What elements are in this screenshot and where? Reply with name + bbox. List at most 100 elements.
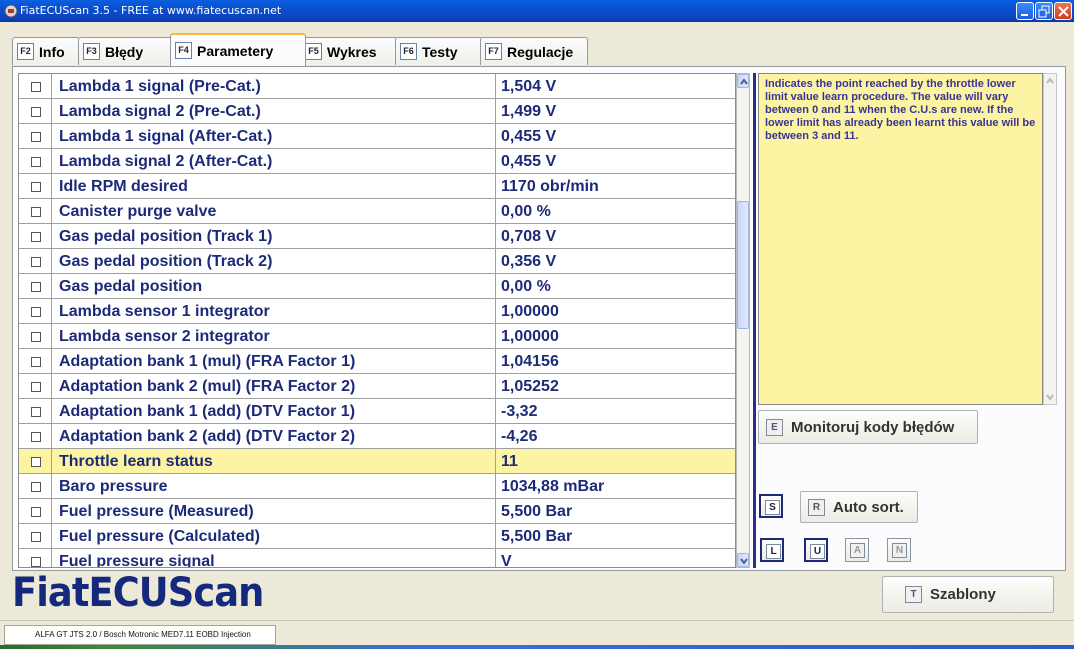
- app-window: FiatECUScan 3.5 - FREE at www.fiatecusca…: [0, 0, 1074, 649]
- table-row[interactable]: Canister purge valve 0,00 %: [19, 199, 735, 224]
- checkbox-cell: [19, 224, 52, 249]
- tab-label: Testy: [422, 43, 458, 60]
- column-divider: [495, 74, 496, 99]
- table-row[interactable]: Fuel pressure (Calculated) 5,500 Bar: [19, 524, 735, 549]
- key-badge: L: [766, 544, 781, 559]
- table-row[interactable]: Adaptation bank 2 (mul) (FRA Factor 2) 1,…: [19, 374, 735, 399]
- table-row[interactable]: Baro pressure 1034,88 mBar: [19, 474, 735, 499]
- table-row[interactable]: Lambda signal 2 (Pre-Cat.) 1,499 V: [19, 99, 735, 124]
- row-checkbox[interactable]: [31, 532, 41, 542]
- parameter-value: 0,00 %: [501, 278, 551, 295]
- row-checkbox[interactable]: [31, 332, 41, 342]
- tab-parametery[interactable]: F4 Parametery: [170, 33, 306, 66]
- minimize-button[interactable]: [1016, 2, 1034, 20]
- table-row[interactable]: Gas pedal position (Track 1) 0,708 V: [19, 224, 735, 249]
- tab-info[interactable]: F2 Info: [12, 37, 80, 65]
- table-row[interactable]: Adaptation bank 1 (add) (DTV Factor 1) -3…: [19, 399, 735, 424]
- row-checkbox[interactable]: [31, 457, 41, 467]
- table-row[interactable]: Lambda sensor 2 integrator 1,00000: [19, 324, 735, 349]
- checkbox-cell: [19, 74, 52, 99]
- n-button[interactable]: N: [887, 538, 911, 562]
- fkey-badge: F5: [305, 43, 322, 60]
- row-checkbox[interactable]: [31, 407, 41, 417]
- row-checkbox[interactable]: [31, 357, 41, 367]
- scroll-up-button[interactable]: [737, 74, 749, 88]
- table-row[interactable]: Lambda 1 signal (Pre-Cat.) 1,504 V: [19, 74, 735, 99]
- parameter-value: 1034,88 mBar: [501, 478, 605, 495]
- row-checkbox[interactable]: [31, 282, 41, 292]
- tab-label: Parametery: [197, 42, 274, 59]
- key-badge: N: [892, 543, 907, 558]
- table-row[interactable]: Fuel pressure (Measured) 5,500 Bar: [19, 499, 735, 524]
- maximize-button[interactable]: [1035, 2, 1053, 20]
- tab-label: Wykres: [327, 43, 377, 60]
- templates-button[interactable]: T Szablony: [882, 576, 1054, 613]
- table-scrollbar[interactable]: [736, 73, 750, 568]
- row-checkbox[interactable]: [31, 132, 41, 142]
- row-checkbox[interactable]: [31, 257, 41, 267]
- button-label: Szablony: [930, 586, 996, 603]
- checkbox-cell: [19, 99, 52, 124]
- row-checkbox[interactable]: [31, 207, 41, 217]
- table-row[interactable]: Lambda sensor 1 integrator 1,00000: [19, 299, 735, 324]
- row-checkbox[interactable]: [31, 182, 41, 192]
- row-checkbox[interactable]: [31, 482, 41, 492]
- column-divider: [495, 324, 496, 349]
- parameter-value: 1170 obr/min: [501, 178, 599, 195]
- row-checkbox[interactable]: [31, 307, 41, 317]
- column-divider: [495, 474, 496, 499]
- table-row[interactable]: Lambda 1 signal (After-Cat.) 0,455 V: [19, 124, 735, 149]
- parameter-name: Gas pedal position (Track 2): [59, 253, 273, 270]
- l-button[interactable]: L: [760, 538, 784, 562]
- close-icon: [1058, 6, 1069, 17]
- button-label: Monitoruj kody błędów: [791, 418, 955, 436]
- column-divider: [495, 449, 496, 474]
- panel-divider[interactable]: [753, 73, 756, 568]
- row-checkbox[interactable]: [31, 432, 41, 442]
- auto-sort-button[interactable]: R Auto sort.: [800, 491, 918, 523]
- tab-bledy[interactable]: F3 Błędy: [78, 37, 176, 65]
- fkey-badge: F4: [175, 42, 192, 59]
- checkbox-cell: [19, 349, 52, 374]
- monitor-errors-button[interactable]: E Monitoruj kody błędów: [758, 410, 978, 444]
- row-checkbox[interactable]: [31, 232, 41, 242]
- table-row[interactable]: Lambda signal 2 (After-Cat.) 0,455 V: [19, 149, 735, 174]
- parameter-value: 0,708 V: [501, 228, 557, 245]
- a-button[interactable]: A: [845, 538, 869, 562]
- s-button[interactable]: S: [759, 494, 783, 518]
- parameter-value: 1,499 V: [501, 103, 557, 120]
- parameter-name: Lambda signal 2 (After-Cat.): [59, 153, 273, 170]
- tab-wykres[interactable]: F5 Wykres: [300, 37, 398, 65]
- help-scrollbar[interactable]: [1043, 73, 1057, 405]
- scroll-thumb[interactable]: [737, 201, 749, 329]
- table-row[interactable]: Fuel pressure signal V: [19, 549, 735, 567]
- row-checkbox[interactable]: [31, 507, 41, 517]
- title-bar[interactable]: FiatECUScan 3.5 - FREE at www.fiatecusca…: [0, 0, 1074, 22]
- parameter-name: Canister purge valve: [59, 203, 217, 220]
- u-button[interactable]: U: [804, 538, 828, 562]
- tab-testy[interactable]: F6 Testy: [395, 37, 483, 65]
- scroll-down-button[interactable]: [737, 553, 749, 567]
- parameter-value: 1,00000: [501, 328, 559, 345]
- column-divider: [495, 224, 496, 249]
- parameter-value: 1,504 V: [501, 78, 557, 95]
- chevron-down-icon: [1046, 394, 1054, 401]
- row-checkbox[interactable]: [31, 157, 41, 167]
- table-row[interactable]: Throttle learn status 11: [19, 449, 735, 474]
- table-row[interactable]: Idle RPM desired 1170 obr/min: [19, 174, 735, 199]
- checkbox-cell: [19, 399, 52, 424]
- column-divider: [495, 124, 496, 149]
- row-checkbox[interactable]: [31, 557, 41, 567]
- ecu-status: ALFA GT JTS 2.0 / Bosch Motronic MED7.11…: [4, 625, 276, 645]
- table-row[interactable]: Adaptation bank 1 (mul) (FRA Factor 1) 1,…: [19, 349, 735, 374]
- table-row[interactable]: Gas pedal position (Track 2) 0,356 V: [19, 249, 735, 274]
- close-button[interactable]: [1054, 2, 1072, 20]
- tab-regulacje[interactable]: F7 Regulacje: [480, 37, 588, 65]
- table-row[interactable]: Adaptation bank 2 (add) (DTV Factor 2) -4…: [19, 424, 735, 449]
- row-checkbox[interactable]: [31, 382, 41, 392]
- table-row[interactable]: Gas pedal position 0,00 %: [19, 274, 735, 299]
- checkbox-cell: [19, 499, 52, 524]
- row-checkbox[interactable]: [31, 107, 41, 117]
- row-checkbox[interactable]: [31, 82, 41, 92]
- parameter-name: Throttle learn status: [59, 453, 213, 470]
